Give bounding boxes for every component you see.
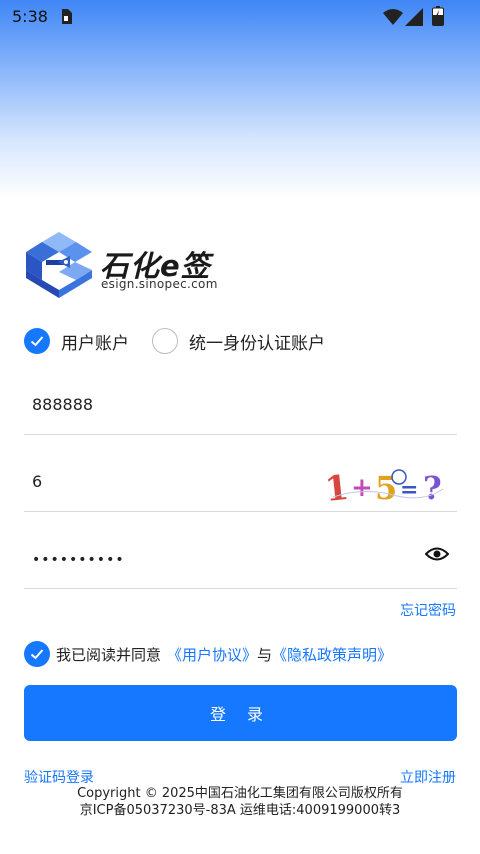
login-button[interactable]: 登 录 — [24, 685, 457, 741]
captcha-field-row: 1 + 5 = ? — [24, 451, 457, 512]
status-time: 5:38 — [12, 7, 48, 26]
username-input[interactable] — [32, 395, 312, 414]
account-type-selector: 用户账户 统一身份认证账户 — [24, 328, 464, 358]
footer: Copyright © 2025中国石油化工集团有限公司版权所有 京ICP备05… — [0, 785, 480, 819]
radio-checked-icon — [24, 328, 50, 354]
radio-user-account[interactable]: 用户账户 — [24, 328, 129, 354]
register-link[interactable]: 立即注册 — [400, 767, 456, 787]
icp-text: 京ICP备05037230号-83A 运维电话:4009199000转3 — [79, 803, 401, 818]
captcha-image[interactable]: 1 + 5 = ? — [323, 467, 445, 510]
password-field-row — [24, 528, 457, 589]
battery-icon — [432, 6, 444, 26]
sinopec-e-logo-icon — [26, 232, 92, 298]
status-bar: 5:38 — [0, 0, 480, 34]
agreement-row: 我已阅读并同意 《用户协议》 与 《隐私政策声明》 — [24, 641, 392, 667]
wifi-icon — [383, 9, 403, 25]
sms-code-login-link[interactable]: 验证码登录 — [24, 767, 94, 787]
captcha-input[interactable] — [32, 472, 312, 491]
signal-icon — [405, 8, 423, 26]
sim-card-icon — [62, 9, 72, 24]
password-input[interactable] — [32, 552, 312, 568]
checkmark-icon — [30, 649, 44, 660]
forgot-password-link[interactable]: 忘记密码 — [400, 600, 456, 620]
agreement-checkbox[interactable] — [24, 641, 50, 667]
radio-unified-identity-label: 统一身份认证账户 — [189, 333, 325, 354]
captcha-noise-icon — [332, 469, 444, 499]
brand-domain: esign.sinopec.com — [101, 277, 218, 291]
show-password-eye-icon[interactable] — [425, 546, 449, 562]
radio-unchecked-icon — [152, 328, 178, 354]
copyright-text: Copyright © 2025中国石油化工集团有限公司版权所有 — [77, 786, 403, 801]
agreement-prefix-text: 我已阅读并同意 — [56, 645, 162, 664]
user-agreement-link[interactable]: 《用户协议》 — [167, 644, 257, 665]
radio-user-account-label: 用户账户 — [61, 333, 129, 354]
agreement-joiner-text: 与 — [257, 645, 273, 664]
username-field-row — [24, 374, 457, 435]
radio-unified-identity-account[interactable]: 统一身份认证账户 — [152, 328, 325, 354]
privacy-policy-link[interactable]: 《隐私政策声明》 — [272, 644, 392, 665]
